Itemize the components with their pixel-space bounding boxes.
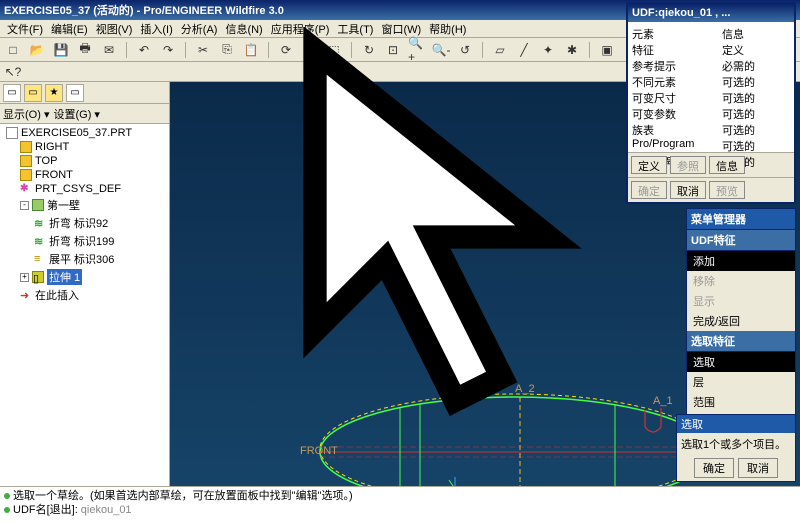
udf-dialog-title: UDF:qiekou_01 , ... bbox=[628, 4, 794, 22]
select-dialog[interactable]: 选取 选取1个或多个项目。 确定 取消 bbox=[676, 414, 796, 482]
tree-btn-1[interactable]: ▭ bbox=[3, 84, 21, 102]
menu-item-remove: 移除 bbox=[687, 271, 795, 291]
udf-dialog[interactable]: UDF:qiekou_01 , ... 元素信息 特征定义 参考提示必需的 不同… bbox=[626, 2, 796, 204]
select-dialog-msg: 选取1个或多个项目。 bbox=[677, 433, 795, 455]
open-icon[interactable]: 📂 bbox=[28, 41, 46, 59]
status-bar: 选取一个草绘。(如果首选内部草绘，可在放置面板中找到"编辑"选项。) UDF名[… bbox=[0, 486, 800, 524]
menu-edit[interactable]: 编辑(E) bbox=[48, 20, 91, 38]
menu-item-layer[interactable]: 层 bbox=[687, 372, 795, 392]
filter-set[interactable]: 设置(G) ▾ bbox=[53, 106, 99, 122]
menu-item-add[interactable]: 添加 bbox=[687, 251, 795, 271]
udf-cancel-button[interactable]: 取消 bbox=[670, 181, 706, 199]
select-arrow-icon[interactable]: ↖? bbox=[4, 63, 22, 81]
tree-btn-3[interactable]: ★ bbox=[45, 84, 63, 102]
udf-ref-button: 参照 bbox=[670, 156, 706, 174]
print-icon[interactable]: 🖶 bbox=[76, 41, 94, 59]
select-ok-button[interactable]: 确定 bbox=[694, 458, 734, 478]
tree-btn-2[interactable]: ▭ bbox=[24, 84, 42, 102]
mail-icon[interactable]: ✉ bbox=[100, 41, 118, 59]
save-icon[interactable]: 💾 bbox=[52, 41, 70, 59]
status-bullet-icon bbox=[4, 493, 10, 499]
tree-btn-4[interactable]: ▭ bbox=[66, 84, 84, 102]
menu-mgr-title: 菜单管理器 bbox=[687, 209, 795, 230]
status-line-2b: qiekou_01 bbox=[81, 503, 132, 517]
select-dialog-title: 选取 bbox=[681, 416, 703, 432]
status-line-1: 选取一个草绘。(如果首选内部草绘，可在放置面板中找到"编辑"选项。) bbox=[13, 489, 353, 503]
menu-item-done[interactable]: 完成/返回 bbox=[687, 311, 795, 331]
new-icon[interactable]: □ bbox=[4, 41, 22, 59]
status-bullet-icon bbox=[4, 507, 10, 513]
menu-udf-feat-header: UDF特征 bbox=[687, 230, 795, 251]
udf-ok-button: 确定 bbox=[631, 181, 667, 199]
menu-item-show: 显示 bbox=[687, 291, 795, 311]
udf-define-button[interactable]: 定义 bbox=[631, 156, 667, 174]
menu-sel-feat-header: 选取特征 bbox=[687, 331, 795, 352]
udf-element-list: 元素信息 特征定义 参考提示必需的 不同元素可选的 可变尺寸可选的 可变参数可选… bbox=[628, 22, 794, 152]
menu-file[interactable]: 文件(F) bbox=[4, 20, 46, 38]
filter-show[interactable]: 显示(O) ▾ bbox=[3, 106, 49, 122]
select-cancel-button[interactable]: 取消 bbox=[738, 458, 778, 478]
udf-info-button[interactable]: 信息 bbox=[709, 156, 745, 174]
udf-preview-button: 预览 bbox=[709, 181, 745, 199]
menu-view[interactable]: 视图(V) bbox=[93, 20, 136, 38]
menu-item-range[interactable]: 范围 bbox=[687, 392, 795, 412]
status-line-2a: UDF名[退出]: bbox=[13, 503, 78, 517]
menu-item-select[interactable]: 选取 bbox=[687, 352, 795, 372]
